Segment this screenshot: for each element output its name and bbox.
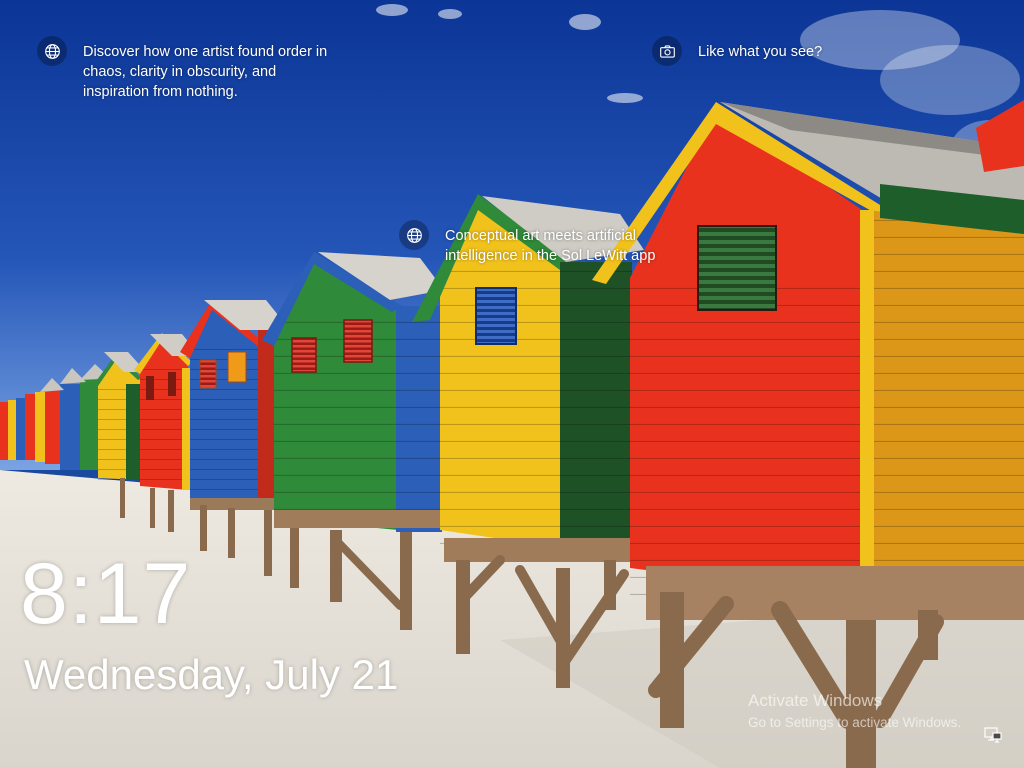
spotlight-tip-discover[interactable]: Discover how one artist found order in c…: [37, 36, 337, 102]
spotlight-tip-conceptual-art[interactable]: Conceptual art meets artificial intellig…: [399, 220, 679, 266]
lock-screen-date: Wednesday, July 21: [24, 651, 399, 698]
lock-screen[interactable]: Discover how one artist found order in c…: [0, 0, 1024, 768]
network-icon[interactable]: [984, 727, 1002, 743]
camera-icon: [652, 36, 682, 66]
activation-subtitle: Go to Settings to activate Windows.: [748, 715, 962, 730]
spotlight-tip-text: Like what you see?: [698, 44, 823, 60]
activation-watermark: Activate Windows Go to Settings to activ…: [748, 690, 961, 732]
spotlight-tip-text: Conceptual art meets artificial intellig…: [445, 228, 656, 264]
activation-title: Activate Windows: [748, 691, 883, 710]
spotlight-tip-text: Discover how one artist found order in c…: [83, 44, 328, 100]
globe-icon: [399, 220, 429, 250]
spotlight-like-prompt[interactable]: Like what you see?: [652, 36, 823, 66]
globe-icon: [37, 36, 67, 66]
lock-screen-time: 8:17: [20, 546, 192, 642]
